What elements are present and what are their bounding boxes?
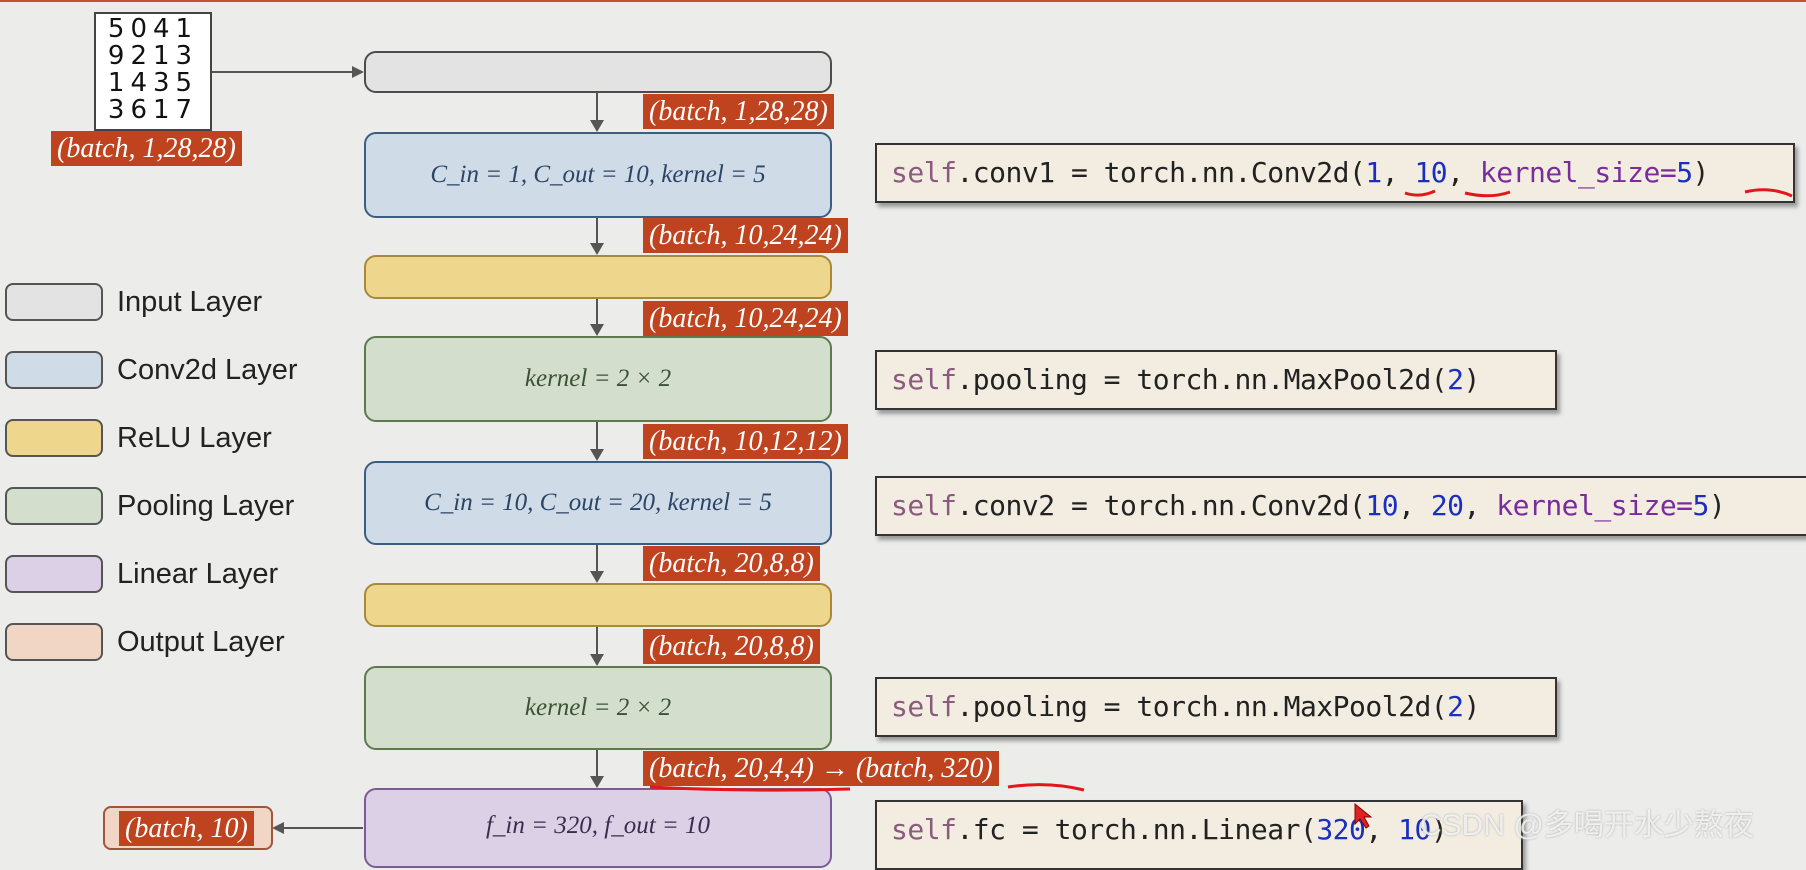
underline-mark	[1464, 190, 1511, 198]
watermark: CSDN @多喝开水少熬夜	[1420, 809, 1754, 842]
underline-mark	[649, 785, 851, 792]
underline-mark	[1744, 188, 1793, 198]
underline-mark	[1007, 783, 1085, 792]
annotation-underlines	[649, 188, 1793, 829]
cursor-icon	[1354, 802, 1373, 829]
underline-mark	[1404, 189, 1436, 197]
